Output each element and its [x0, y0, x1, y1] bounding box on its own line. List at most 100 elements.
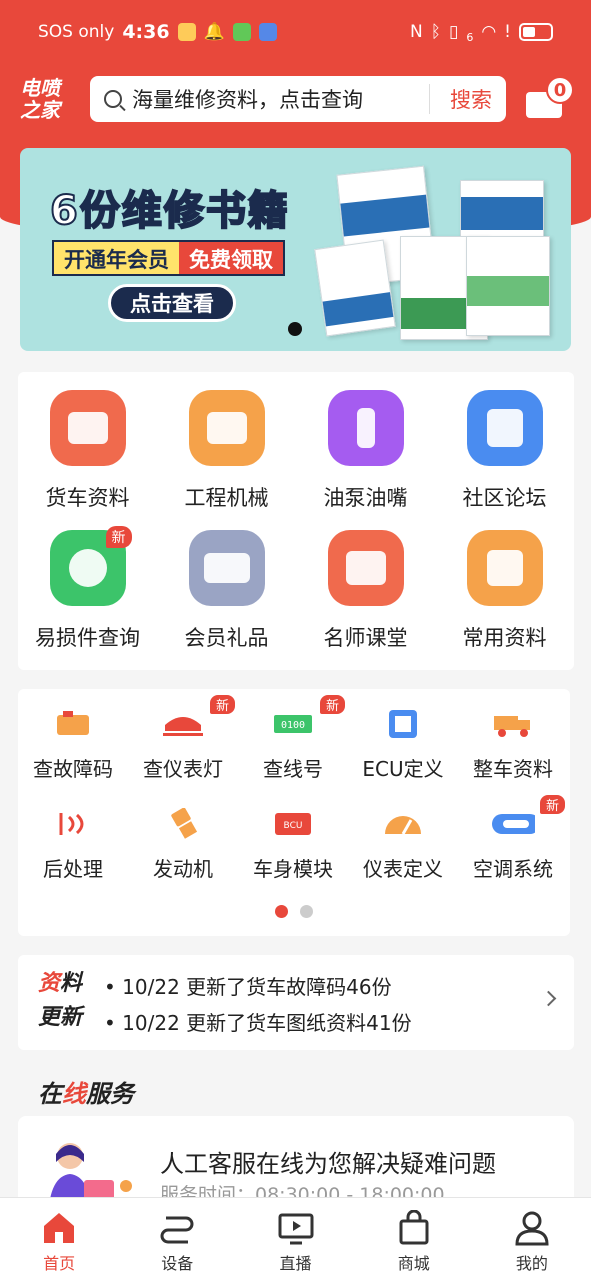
menu-item-vip-gifts[interactable]: 会员礼品: [157, 530, 296, 652]
logo-line2: 之家: [20, 98, 60, 122]
menu-item-label: 工程机械: [184, 486, 269, 510]
menu-item-truck-data[interactable]: 货车资料: [18, 390, 157, 512]
tab-label: 商城: [397, 1254, 430, 1273]
menu-item-parts-search[interactable]: 新 易损件查询: [18, 526, 157, 652]
tab-live[interactable]: 直播: [236, 1198, 354, 1280]
customer-service-card[interactable]: 人工客服在线为您解决疑难问题 服务时间：08:30:00 - 18:00:00: [18, 1116, 574, 1216]
live-tv-icon: [278, 1213, 313, 1245]
svg-text:BCU: BCU: [284, 821, 303, 831]
vibrate-icon: ▯: [448, 22, 459, 42]
app-header: 电喷 之家 海量维修资料，点击查询 搜索 0: [0, 70, 591, 128]
tool-label: 查故障码: [33, 757, 113, 781]
menu-item-classroom[interactable]: 名师课堂: [296, 530, 435, 652]
menu-item-construction[interactable]: 工程机械: [157, 390, 296, 512]
updates-tag-line2: 更新: [38, 1005, 83, 1030]
tab-home[interactable]: 首页: [0, 1198, 118, 1280]
new-badge: 新: [319, 695, 345, 714]
network-type-text: 6: [466, 30, 474, 44]
star-box-icon: [466, 530, 543, 606]
search-bar[interactable]: 海量维修资料，点击查询 搜索: [90, 76, 506, 122]
clock: 4:36: [122, 21, 170, 43]
page-dot-active[interactable]: [275, 905, 288, 918]
tab-label: 我的: [515, 1254, 548, 1273]
tool-ecu-definition[interactable]: ECU定义: [348, 709, 458, 782]
tool-aftertreatment[interactable]: 后处理: [18, 809, 128, 882]
tab-label: 首页: [43, 1254, 76, 1273]
device-route-icon: [160, 1216, 194, 1244]
tool-ac-system[interactable]: 新 空调系统: [458, 795, 568, 882]
updates-tag-text: 料: [60, 971, 83, 996]
menu-item-common-data[interactable]: 常用资料: [435, 530, 574, 652]
dump-truck-icon: [49, 390, 126, 466]
dashboard-light-icon: 新: [161, 695, 235, 739]
tool-body-module[interactable]: BCU 车身模块: [238, 809, 348, 882]
tools-grid: 查故障码 新 查仪表灯 0100 新 查线号 ECU定义 整车资料 后处理 发动…: [18, 689, 570, 936]
menu-item-label: 常用资料: [462, 626, 547, 650]
app-logo: 电喷 之家: [20, 77, 78, 121]
menu-item-forum[interactable]: 社区论坛: [435, 390, 574, 512]
user-icon: [515, 1211, 549, 1246]
promo-banner[interactable]: 6份维修书籍 开通年会员 免费领取 点击查看: [20, 148, 571, 351]
tool-fault-code[interactable]: 查故障码: [18, 709, 128, 782]
tool-vehicle-data[interactable]: 整车资料: [458, 709, 568, 782]
svg-text:0100: 0100: [281, 720, 305, 731]
notification-app-icon: [177, 23, 196, 41]
menu-item-label: 会员礼品: [184, 626, 269, 650]
tab-label: 直播: [279, 1254, 312, 1273]
menu-item-label: 社区论坛: [462, 486, 547, 510]
menu-item-label: 易损件查询: [35, 626, 140, 650]
update-item: • 10/22 更新了货车图纸资料41份: [104, 1011, 412, 1035]
carrier-text: SOS only: [38, 22, 115, 42]
data-updates-ticker[interactable]: 资料 更新 • 10/22 更新了货车故障码46份 • 10/22 更新了货车图…: [18, 955, 574, 1050]
search-button[interactable]: 搜索: [450, 84, 492, 114]
excavator-icon: [188, 390, 265, 466]
banner-offer-left: 开通年会员: [54, 242, 179, 274]
tool-gauge-definition[interactable]: 仪表定义: [348, 809, 458, 882]
message-button[interactable]: 0: [526, 76, 574, 118]
tab-label: 设备: [161, 1254, 194, 1273]
tool-label: 查线号: [263, 757, 323, 781]
tool-label: 后处理: [43, 857, 103, 881]
menu-item-fuel-pump[interactable]: 油泵油嘴: [296, 390, 435, 512]
new-badge: 新: [105, 526, 132, 548]
bell-icon: 🔔: [203, 22, 225, 42]
tab-devices[interactable]: 设备: [118, 1198, 236, 1280]
tab-mine[interactable]: 我的: [473, 1198, 591, 1280]
wire-number-icon: 0100 新: [271, 695, 345, 739]
tool-label: 仪表定义: [363, 857, 443, 881]
wifi-icon: ◠: [481, 22, 497, 42]
engine-icon: [51, 709, 95, 739]
chevron-right-icon[interactable]: [540, 990, 557, 1007]
service-title: 人工客服在线为您解决疑难问题: [160, 1150, 496, 1178]
video-play-icon: [327, 530, 404, 606]
banner-offer-right: 免费领取: [179, 242, 283, 274]
section-title-red: 线: [62, 1080, 86, 1108]
status-bar: SOS only 4:36 🔔 N ᛒ ▯ 6 ◠ !: [0, 0, 591, 64]
piston-icon: [161, 808, 205, 839]
menu-item-label: 货车资料: [45, 486, 130, 510]
banner-cta-button[interactable]: 点击查看: [108, 284, 236, 322]
section-title-online-service: 在线服务: [38, 1074, 134, 1109]
banner-page-indicator: [288, 322, 302, 336]
search-input[interactable]: 海量维修资料，点击查询: [132, 84, 419, 114]
alert-icon: !: [504, 22, 511, 42]
new-badge: 新: [539, 795, 565, 814]
new-badge: 新: [209, 695, 235, 714]
update-item: • 10/22 更新了货车故障码46份: [104, 975, 392, 999]
main-menu-grid: 货车资料 工程机械 油泵油嘴 社区论坛 新 易损件查询 会员礼品 名师课堂 常用…: [18, 372, 574, 670]
book-stack-image: [314, 165, 560, 341]
tool-wire-number[interactable]: 0100 新 查线号: [238, 695, 348, 782]
injector-icon: [327, 390, 404, 466]
tools-page-indicator: [18, 905, 570, 918]
tool-engine[interactable]: 发动机: [128, 808, 238, 882]
banner-offer: 开通年会员 免费领取: [52, 240, 285, 276]
app-notification-icon: [258, 23, 277, 41]
tool-dashboard-light[interactable]: 新 查仪表灯: [128, 695, 238, 782]
home-icon: [44, 1213, 75, 1243]
tool-label: 发动机: [153, 857, 213, 881]
parts-search-icon: 新: [49, 526, 132, 606]
page-dot[interactable]: [300, 905, 313, 918]
updates-tag-red: 资: [38, 971, 61, 996]
nfc-icon: N: [410, 22, 423, 42]
tab-shop[interactable]: 商城: [355, 1198, 473, 1280]
